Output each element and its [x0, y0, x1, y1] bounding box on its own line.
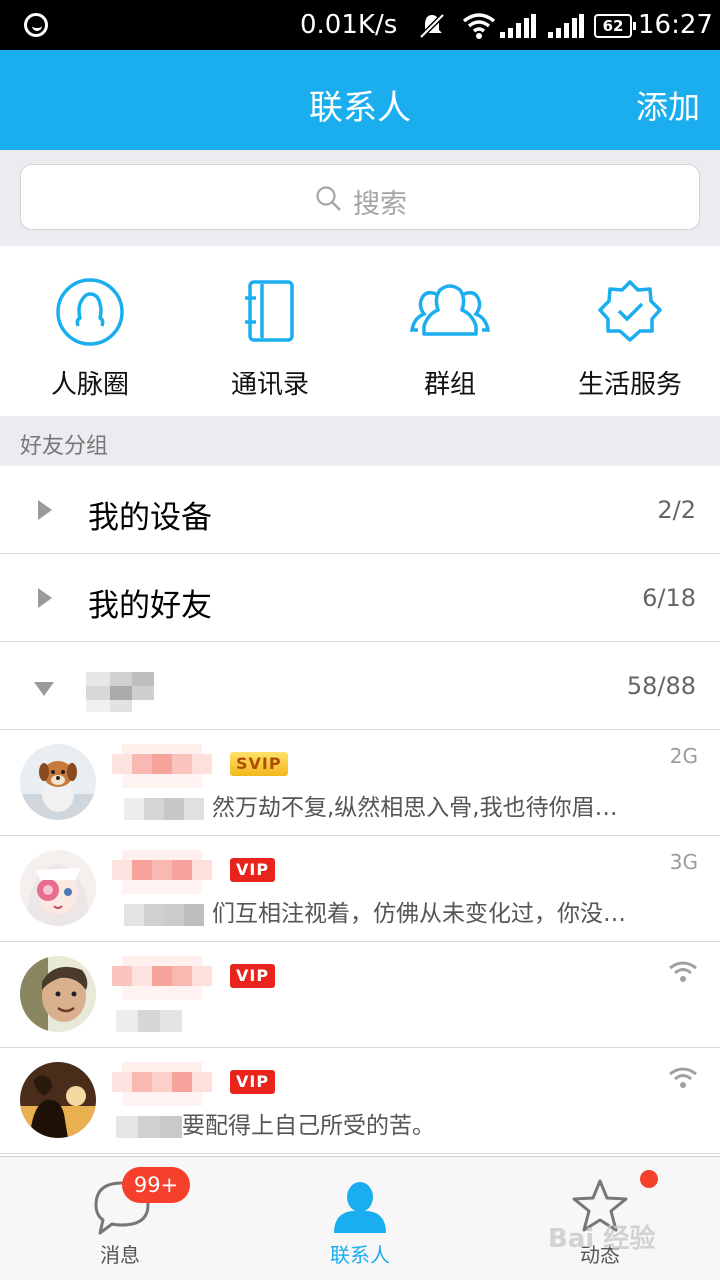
quick-entry-life-services[interactable]: 生活服务 — [540, 276, 720, 406]
network-type: 2G — [669, 744, 698, 768]
pixelated-signature — [112, 898, 212, 932]
avatar — [20, 850, 96, 926]
search-area: 搜索 — [0, 150, 720, 246]
pixelated-contact-name — [112, 744, 212, 788]
vip-badge: VIP — [230, 964, 276, 988]
tab-label: 消息 — [100, 1243, 140, 1267]
vip-badge: VIP — [230, 1070, 276, 1094]
section-header: 好友分组 — [0, 416, 720, 466]
group-count: 58/88 — [626, 672, 696, 700]
group-name: 我的好友 — [88, 588, 212, 624]
contact-row[interactable]: SVIP 2G 然万劫不复,纵然相思入骨,我也待你眉… — [0, 730, 720, 836]
tab-messages[interactable]: 99+ 消息 — [0, 1157, 240, 1280]
group-row-friends[interactable]: 我的好友 6/18 — [0, 554, 720, 642]
quick-entry-label: 通讯录 — [230, 370, 309, 400]
quick-entry-label: 人脉圈 — [50, 370, 129, 400]
person-circle-icon — [56, 278, 124, 346]
contact-signature: 要配得上自己所受的苦。 — [182, 1113, 435, 1139]
section-title: 好友分组 — [20, 434, 109, 459]
vip-badge: VIP — [230, 858, 276, 882]
avatar — [20, 1062, 96, 1138]
expand-arrow-icon — [38, 500, 52, 520]
app-notification-icon — [24, 13, 48, 37]
svip-badge: SVIP — [230, 752, 288, 776]
quick-entry-label: 生活服务 — [577, 370, 682, 400]
tab-contacts[interactable]: 联系人 — [240, 1157, 480, 1280]
app-header: 联系人 添加 — [0, 50, 720, 150]
signal-2-icon — [548, 14, 584, 38]
group-count: 6/18 — [642, 584, 696, 612]
unread-badge: 99+ — [122, 1167, 190, 1203]
tab-label: 联系人 — [330, 1243, 390, 1267]
search-input[interactable]: 搜索 — [20, 164, 700, 230]
signal-1-icon — [500, 14, 536, 38]
contact-row[interactable]: VIP — [0, 942, 720, 1048]
pixelated-contact-name — [112, 1062, 212, 1106]
network-type: 3G — [669, 850, 698, 874]
contact-signature: 们互相注视着，仿佛从未变化过，你没… — [212, 901, 626, 927]
quick-entries: 人脉圈 通讯录 群组 生活服务 — [0, 246, 720, 416]
group-name: 我的设备 — [88, 500, 212, 536]
group-icon — [410, 284, 490, 336]
pixelated-signature — [112, 1004, 212, 1038]
status-bar: 0.01K/s 62 16:27 — [0, 0, 720, 50]
search-placeholder: 搜索 — [353, 189, 407, 220]
pixelated-contact-name — [112, 850, 212, 894]
page-title: 联系人 — [309, 88, 411, 128]
mute-bell-icon — [419, 13, 445, 39]
address-book-icon — [245, 280, 294, 342]
pixelated-signature — [112, 792, 212, 826]
collapse-arrow-icon — [34, 682, 54, 696]
battery-indicator: 62 — [594, 14, 636, 38]
wifi-status-icon — [669, 1067, 697, 1088]
add-button[interactable]: 添加 — [636, 82, 700, 128]
quick-entry-address-book[interactable]: 通讯录 — [180, 276, 360, 406]
group-row-expanded[interactable]: 58/88 — [0, 642, 720, 730]
pixelated-contact-name — [112, 956, 212, 1000]
clock: 16:27 — [638, 10, 713, 40]
quick-entry-label: 群组 — [423, 370, 476, 400]
net-speed: 0.01K/s — [300, 10, 398, 40]
contact-row[interactable]: VIP 要配得上自己所受的苦。 — [0, 1048, 720, 1154]
quick-entry-network-circle[interactable]: 人脉圈 — [0, 276, 180, 406]
verified-badge-icon — [598, 280, 662, 342]
wifi-status-icon — [669, 961, 697, 982]
contact-row[interactable]: VIP 3G 们互相注视着，仿佛从未变化过，你没… — [0, 836, 720, 942]
group-count: 2/2 — [657, 496, 696, 524]
expand-arrow-icon — [38, 588, 52, 608]
wifi-icon — [462, 13, 496, 39]
quick-entry-groups[interactable]: 群组 — [360, 276, 540, 406]
pixelated-group-name — [86, 672, 154, 712]
contact-person-icon — [334, 1182, 386, 1233]
avatar — [20, 956, 96, 1032]
new-feed-dot — [640, 1170, 658, 1188]
search-icon — [316, 186, 341, 211]
watermark: Bai 经验 — [548, 1224, 656, 1254]
contact-signature: 然万劫不复,纵然相思入骨,我也待你眉… — [212, 795, 618, 821]
group-row-devices[interactable]: 我的设备 2/2 — [0, 466, 720, 554]
avatar — [20, 744, 96, 820]
